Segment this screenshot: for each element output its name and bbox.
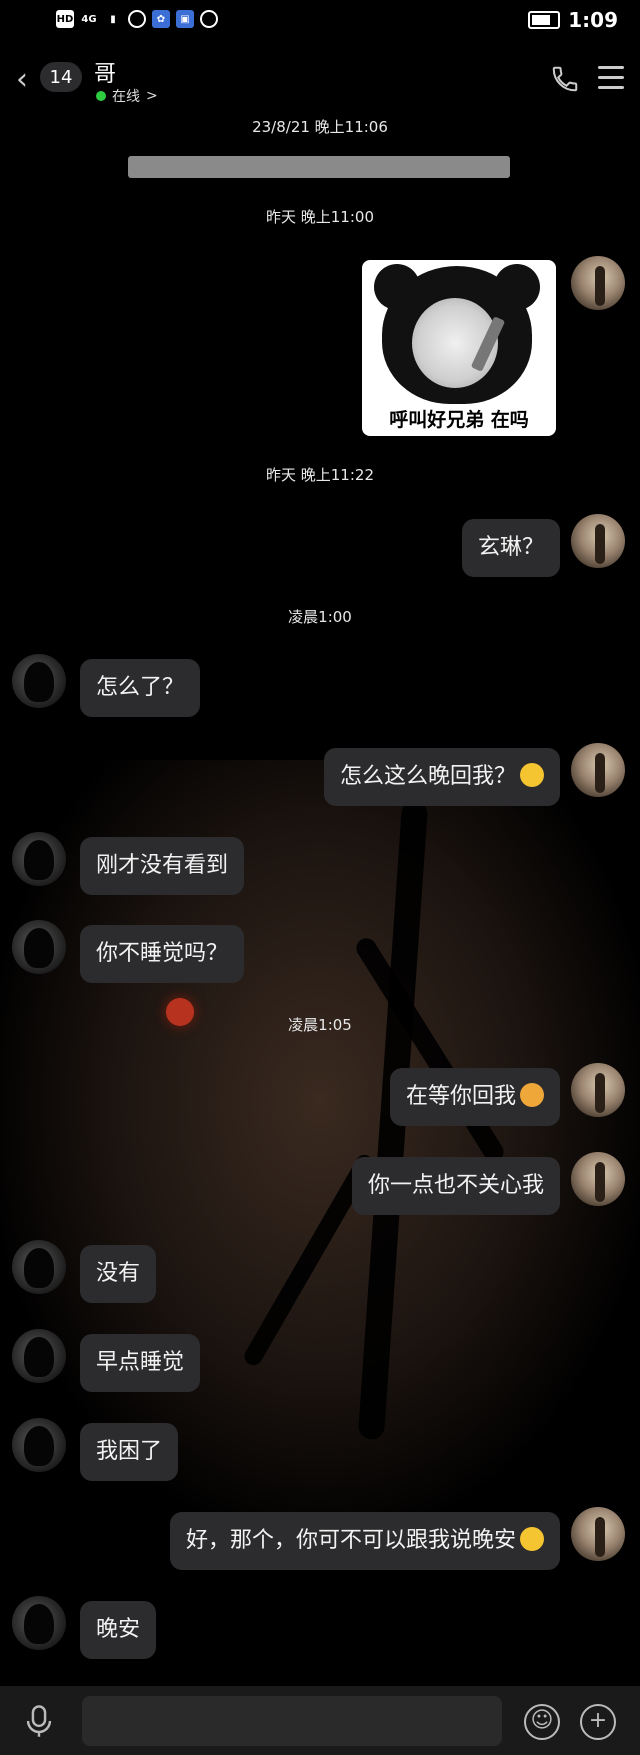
timestamp: 昨天 晚上11:22	[266, 466, 374, 484]
sent-message-bubble[interactable]: 玄琳？	[461, 519, 560, 577]
message-text: 在等你回我	[405, 1084, 516, 1109]
menu-icon[interactable]	[598, 66, 624, 96]
contact-name[interactable]: 哥	[94, 56, 116, 88]
message-text: 刚才没有看到	[96, 853, 229, 878]
message-text: 好，那个，你可不可以跟我说晚安	[185, 1528, 516, 1553]
timestamp: 凌晨1:00	[288, 608, 352, 626]
message-text: 你一点也不关心我	[367, 1173, 544, 1198]
message-text: 玄琳？	[477, 535, 544, 560]
status-chevron-icon: >	[146, 88, 158, 104]
contact-avatar[interactable]	[12, 832, 66, 886]
app-icon: ▣	[176, 10, 194, 28]
received-message-bubble[interactable]: 没有	[80, 1245, 157, 1303]
back-chevron-icon[interactable]: ‹	[16, 62, 28, 97]
received-message-bubble[interactable]: 晚安	[80, 1601, 157, 1659]
timestamp: 23/8/21 晚上11:06	[252, 118, 388, 136]
contact-avatar[interactable]	[12, 654, 66, 708]
sent-message-bubble[interactable]: 在等你回我	[389, 1068, 560, 1126]
emoji-icon[interactable]: ☺	[524, 1704, 560, 1740]
redacted-bar	[128, 156, 510, 178]
hand-icon	[200, 10, 218, 28]
contact-avatar[interactable]	[12, 1418, 66, 1472]
status-bar: HD 4G ▮ ✿ ▣ 1:09	[0, 0, 640, 44]
hd-icon: HD	[56, 10, 74, 28]
my-avatar[interactable]	[571, 743, 625, 797]
contact-avatar[interactable]	[12, 1329, 66, 1383]
contact-avatar[interactable]	[12, 920, 66, 974]
angry-emoji-icon	[520, 1083, 544, 1107]
battery-icon	[528, 11, 561, 29]
online-status[interactable]: 在线 >	[96, 86, 158, 106]
app-icon	[128, 10, 146, 28]
sent-message-bubble[interactable]: 好，那个，你可不可以跟我说晚安	[169, 1512, 560, 1570]
received-message-bubble[interactable]: 怎么了？	[80, 659, 201, 717]
unread-count-badge[interactable]: 14	[40, 62, 82, 92]
received-message-bubble[interactable]: 早点睡觉	[80, 1334, 201, 1392]
timestamp: 凌晨1:05	[288, 1016, 352, 1034]
received-message-bubble[interactable]: 你不睡觉吗？	[80, 925, 245, 983]
clock: 1:09	[568, 8, 618, 32]
plus-icon[interactable]: +	[580, 1704, 616, 1740]
sent-message-bubble[interactable]: 你一点也不关心我	[351, 1157, 560, 1215]
message-text: 怎么这么晚回我？	[339, 764, 516, 789]
message-text: 怎么了？	[96, 675, 185, 700]
message-text: 晚安	[96, 1617, 141, 1642]
message-input[interactable]	[82, 1696, 502, 1746]
contact-avatar[interactable]	[12, 1596, 66, 1650]
crying-laugh-emoji-icon	[520, 1527, 544, 1551]
received-message-bubble[interactable]: 刚才没有看到	[80, 837, 245, 895]
message-text: 没有	[96, 1261, 141, 1286]
cellular-signal-icon: ▮	[110, 13, 116, 25]
message-text: 早点睡觉	[96, 1350, 185, 1375]
message-text: 我困了	[96, 1439, 163, 1464]
phone-icon[interactable]	[550, 64, 580, 94]
my-avatar[interactable]	[571, 1507, 625, 1561]
online-dot-icon	[96, 91, 106, 101]
sticker-message[interactable]: 呼叫好兄弟 在吗	[362, 260, 556, 436]
timestamp: 昨天 晚上11:00	[266, 208, 374, 226]
sent-message-bubble[interactable]: 怎么这么晚回我？	[323, 748, 560, 806]
message-text: 你不睡觉吗？	[96, 941, 229, 966]
my-avatar[interactable]	[571, 1152, 625, 1206]
chat-header: ‹ 14 哥 在线 >	[0, 48, 640, 112]
4g-signal-icon: 4G	[81, 13, 97, 25]
contact-avatar[interactable]	[12, 1240, 66, 1294]
input-bar: ☺ +	[0, 1686, 640, 1755]
sticker-caption: 呼叫好兄弟 在吗	[389, 409, 529, 431]
received-message-bubble[interactable]: 我困了	[80, 1423, 179, 1481]
my-avatar[interactable]	[571, 256, 625, 310]
microphone-icon[interactable]	[24, 1704, 54, 1738]
baidu-icon: ✿	[152, 10, 170, 28]
my-avatar[interactable]	[571, 1063, 625, 1117]
smirk-emoji-icon	[520, 763, 544, 787]
online-status-text: 在线	[112, 89, 140, 105]
my-avatar[interactable]	[571, 514, 625, 568]
